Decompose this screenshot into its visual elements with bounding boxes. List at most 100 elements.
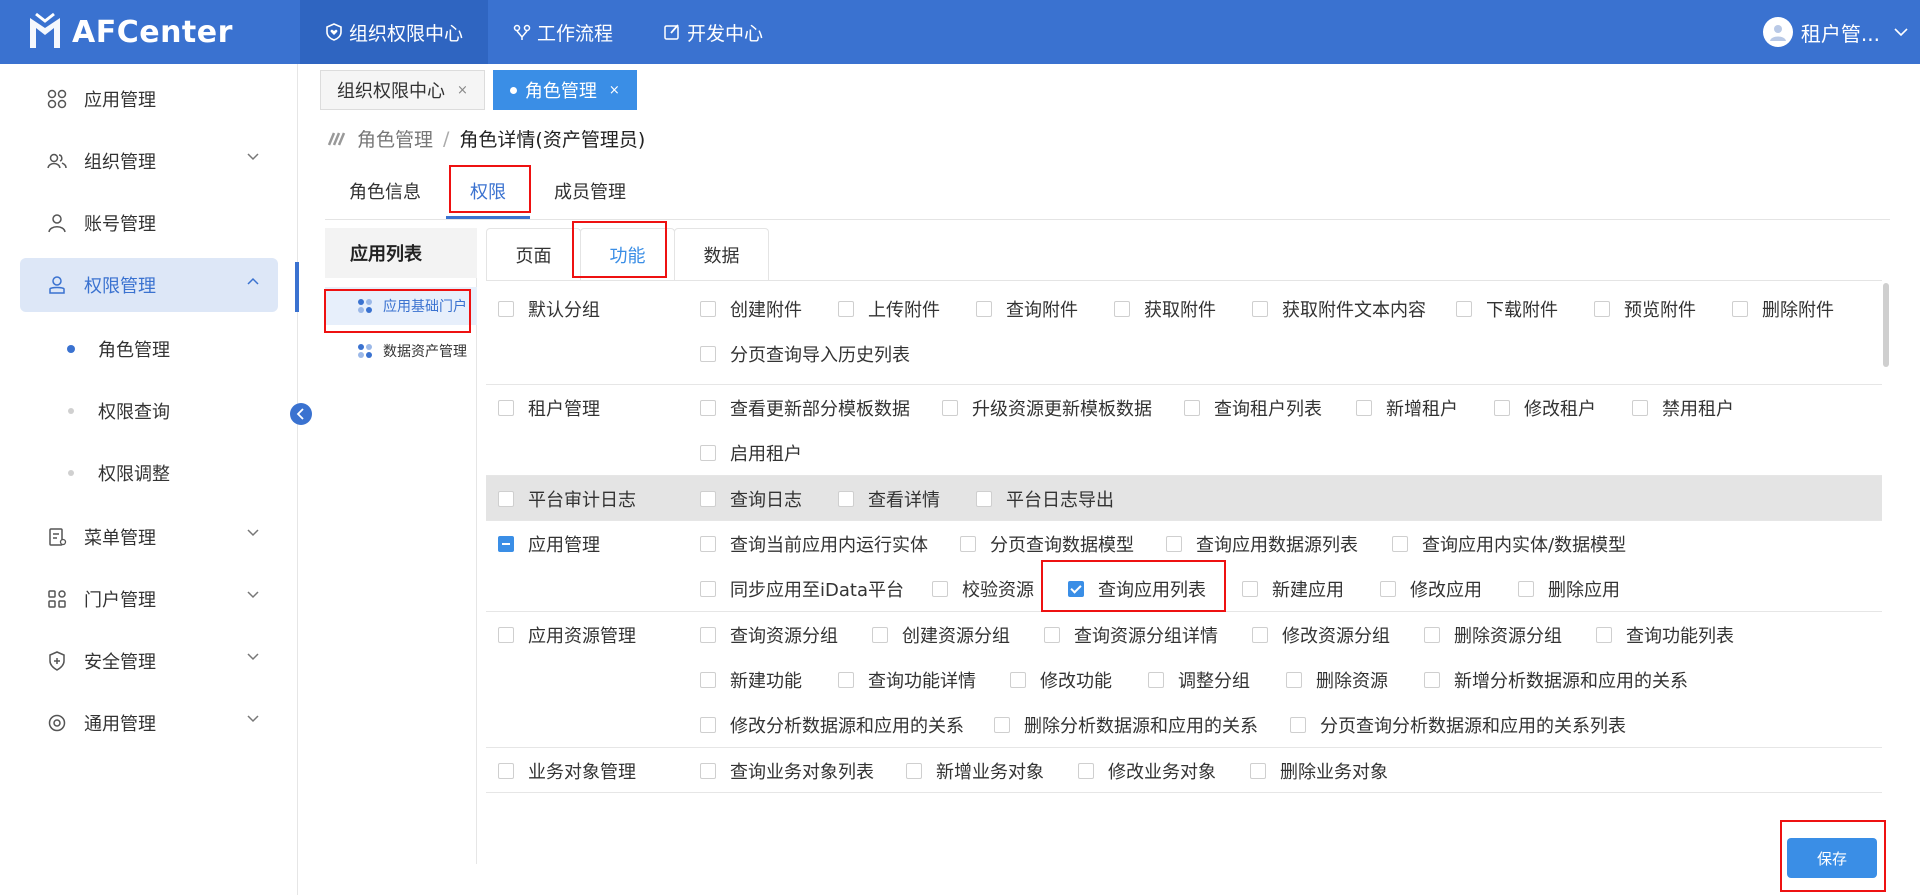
brand-logo[interactable]: AFCenter	[0, 0, 300, 64]
perm-checkbox[interactable]: 获取附件	[1114, 296, 1216, 322]
group-checkbox-app-management[interactable]: 应用管理	[498, 531, 600, 557]
checkbox[interactable]	[700, 301, 716, 317]
checkbox[interactable]	[700, 581, 716, 597]
perm-checkbox[interactable]: 删除分析数据源和应用的关系	[994, 712, 1258, 738]
checkbox[interactable]	[700, 672, 716, 688]
group-checkbox-tenant[interactable]: 租户管理	[498, 395, 600, 421]
checkbox[interactable]	[1242, 581, 1258, 597]
perm-checkbox[interactable]: 删除附件	[1732, 296, 1834, 322]
perm-checkbox[interactable]: 新增分析数据源和应用的关系	[1424, 667, 1688, 693]
checkbox[interactable]	[960, 536, 976, 552]
app-list-item-data-asset[interactable]: 数据资产管理	[325, 332, 477, 370]
perm-checkbox[interactable]: 删除资源分组	[1424, 622, 1562, 648]
checkbox[interactable]	[1456, 301, 1472, 317]
perm-checkbox[interactable]: 下载附件	[1456, 296, 1558, 322]
checkbox[interactable]	[1114, 301, 1130, 317]
checkbox[interactable]	[1078, 763, 1094, 779]
sidebar-item-app-management[interactable]: 应用管理	[20, 72, 278, 126]
perm-checkbox[interactable]: 分页查询导入历史列表	[700, 341, 910, 367]
perm-checkbox[interactable]: 查询应用数据源列表	[1166, 531, 1358, 557]
checkbox[interactable]	[1184, 400, 1200, 416]
checkbox[interactable]	[1068, 581, 1084, 597]
perm-checkbox[interactable]: 升级资源更新模板数据	[942, 395, 1152, 421]
checkbox[interactable]	[1166, 536, 1182, 552]
checkbox[interactable]	[1732, 301, 1748, 317]
perm-checkbox[interactable]: 修改业务对象	[1078, 758, 1216, 784]
perm-checkbox[interactable]: 新增业务对象	[906, 758, 1044, 784]
tab-permission[interactable]: 权限	[470, 178, 506, 204]
group-checkbox-default[interactable]: 默认分组	[498, 296, 600, 322]
tag-org-permission-center[interactable]: 组织权限中心 ×	[320, 70, 485, 110]
topnav-org-permission[interactable]: 组织权限中心	[300, 0, 489, 64]
sidebar-subitem-permission-query[interactable]: 权限查询	[20, 386, 278, 436]
sidebar-subitem-permission-adjust[interactable]: 权限调整	[20, 448, 278, 498]
perm-checkbox[interactable]: 修改租户	[1494, 395, 1596, 421]
sidebar-item-general-management[interactable]: 通用管理	[20, 696, 278, 750]
close-icon[interactable]: ×	[457, 83, 468, 98]
sidebar-item-menu-management[interactable]: 菜单管理	[20, 510, 278, 564]
perm-checkbox[interactable]: 启用租户	[700, 440, 802, 466]
perm-checkbox[interactable]: 禁用租户	[1632, 395, 1734, 421]
perm-checkbox[interactable]: 修改功能	[1010, 667, 1112, 693]
perm-checkbox[interactable]: 查看详情	[838, 486, 940, 512]
perm-checkbox[interactable]: 查询应用内实体/数据模型	[1392, 531, 1626, 557]
checkbox[interactable]	[976, 491, 992, 507]
topnav-workflow[interactable]: 工作流程	[488, 0, 638, 64]
group-checkbox-business-object[interactable]: 业务对象管理	[498, 758, 636, 784]
tab-member-management[interactable]: 成员管理	[554, 178, 626, 204]
checkbox[interactable]	[906, 763, 922, 779]
user-menu[interactable]: 租户管...	[1762, 0, 1920, 64]
checkbox[interactable]	[498, 491, 514, 507]
perm-checkbox[interactable]: 查询功能详情	[838, 667, 976, 693]
perm-checkbox[interactable]: 删除业务对象	[1250, 758, 1388, 784]
perm-checkbox[interactable]: 预览附件	[1594, 296, 1696, 322]
perm-checkbox[interactable]: 查询资源分组详情	[1044, 622, 1218, 648]
checkbox[interactable]	[700, 717, 716, 733]
perm-checkbox[interactable]: 创建资源分组	[872, 622, 1010, 648]
checkbox[interactable]	[1494, 400, 1510, 416]
perm-checkbox[interactable]: 查看更新部分模板数据	[700, 395, 910, 421]
perm-checkbox[interactable]: 同步应用至iData平台	[700, 576, 904, 602]
sidebar-item-portal-management[interactable]: 门户管理	[20, 572, 278, 626]
checkbox[interactable]	[1148, 672, 1164, 688]
perm-checkbox[interactable]: 创建附件	[700, 296, 802, 322]
perm-checkbox[interactable]: 删除应用	[1518, 576, 1620, 602]
checkbox[interactable]	[1044, 627, 1060, 643]
checkbox[interactable]	[700, 763, 716, 779]
checkbox[interactable]	[700, 445, 716, 461]
checkbox[interactable]	[1252, 627, 1268, 643]
perm-checkbox[interactable]: 查询资源分组	[700, 622, 838, 648]
breadcrumb-role-management[interactable]: 角色管理	[357, 125, 433, 152]
save-button[interactable]: 保存	[1787, 838, 1877, 878]
perm-checkbox[interactable]: 分页查询数据模型	[960, 531, 1134, 557]
checkbox[interactable]	[498, 400, 514, 416]
perm-checkbox[interactable]: 平台日志导出	[976, 486, 1114, 512]
perm-checkbox[interactable]: 获取附件文本内容	[1252, 296, 1426, 322]
perm-checkbox[interactable]: 删除资源	[1286, 667, 1388, 693]
checkbox[interactable]	[700, 346, 716, 362]
tag-role-management[interactable]: 角色管理 ×	[492, 70, 637, 110]
perm-checkbox[interactable]: 查询功能列表	[1596, 622, 1734, 648]
tab-function[interactable]: 功能	[580, 228, 675, 280]
sidebar-item-security-management[interactable]: 安全管理	[20, 634, 278, 688]
perm-checkbox[interactable]: 查询当前应用内运行实体	[700, 531, 928, 557]
topnav-dev-center[interactable]: 开发中心	[638, 0, 788, 64]
checkbox[interactable]	[700, 536, 716, 552]
checkbox[interactable]	[1632, 400, 1648, 416]
checkbox[interactable]	[498, 301, 514, 317]
checkbox[interactable]	[700, 491, 716, 507]
sidebar-subitem-role-management[interactable]: 角色管理	[20, 324, 278, 374]
checkbox[interactable]	[1010, 672, 1026, 688]
perm-checkbox[interactable]: 修改资源分组	[1252, 622, 1390, 648]
checkbox[interactable]	[1252, 301, 1268, 317]
checkbox[interactable]	[498, 627, 514, 643]
checkbox[interactable]	[1380, 581, 1396, 597]
close-icon[interactable]: ×	[609, 83, 620, 98]
checkbox[interactable]	[1290, 717, 1306, 733]
perm-checkbox[interactable]: 查询附件	[976, 296, 1078, 322]
checkbox[interactable]	[1518, 581, 1534, 597]
perm-checkbox[interactable]: 查询业务对象列表	[700, 758, 874, 784]
checkbox[interactable]	[498, 536, 514, 552]
sidebar-item-permission-management[interactable]: 权限管理	[20, 258, 278, 312]
checkbox[interactable]	[700, 627, 716, 643]
